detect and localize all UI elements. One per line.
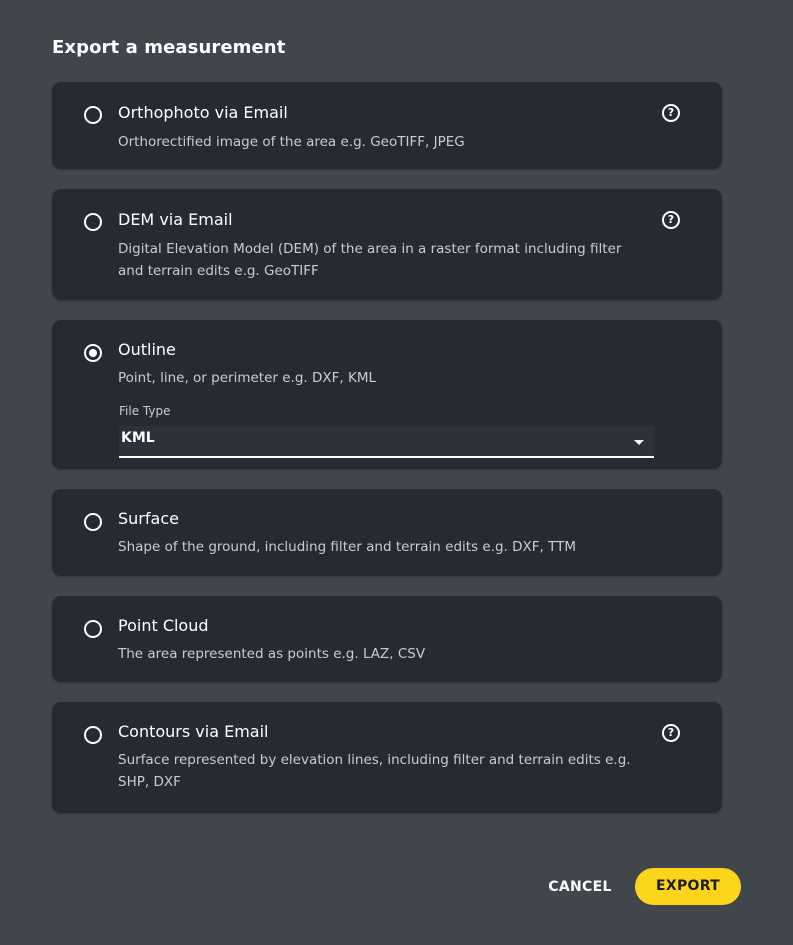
option-description: Digital Elevation Model (DEM) of the are… bbox=[118, 241, 622, 279]
cancel-button[interactable]: CANCEL bbox=[536, 869, 624, 905]
option-title: Surface bbox=[118, 509, 179, 528]
export-button[interactable]: EXPORT bbox=[635, 868, 741, 905]
option-outline[interactable]: Outline Point, line, or perimeter e.g. D… bbox=[52, 320, 722, 469]
option-title: Outline bbox=[118, 340, 176, 359]
option-dem[interactable]: DEM via Email Digital Elevation Model (D… bbox=[52, 189, 722, 300]
file-type-select[interactable]: KML bbox=[119, 426, 654, 458]
option-point-cloud[interactable]: Point Cloud The area represented as poin… bbox=[52, 596, 722, 682]
radio-dem[interactable] bbox=[84, 213, 102, 231]
option-title: Point Cloud bbox=[118, 616, 209, 635]
option-title: Contours via Email bbox=[118, 722, 269, 741]
radio-outline-selected[interactable] bbox=[84, 344, 102, 362]
option-title: Orthophoto via Email bbox=[118, 103, 288, 122]
radio-surface[interactable] bbox=[84, 513, 102, 531]
radio-contours[interactable] bbox=[84, 726, 102, 744]
caret-down-icon bbox=[634, 440, 644, 445]
file-type-label: File Type bbox=[119, 404, 171, 418]
radio-point-cloud[interactable] bbox=[84, 620, 102, 638]
option-title: DEM via Email bbox=[118, 210, 233, 229]
option-surface[interactable]: Surface Shape of the ground, including f… bbox=[52, 489, 722, 576]
option-description: The area represented as points e.g. LAZ,… bbox=[118, 646, 426, 662]
help-circle-icon[interactable]: ? bbox=[662, 211, 680, 229]
option-description: Surface represented by elevation lines, … bbox=[118, 752, 631, 790]
option-description: Shape of the ground, including filter an… bbox=[118, 539, 577, 555]
file-type-value: KML bbox=[121, 430, 155, 446]
help-circle-icon[interactable]: ? bbox=[662, 104, 680, 122]
dialog-title: Export a measurement bbox=[52, 37, 286, 58]
option-orthophoto[interactable]: Orthophoto via Email Orthorectified imag… bbox=[52, 82, 722, 169]
option-description: Point, line, or perimeter e.g. DXF, KML bbox=[118, 370, 376, 386]
option-description: Orthorectified image of the area e.g. Ge… bbox=[118, 134, 465, 150]
option-contours[interactable]: Contours via Email Surface represented b… bbox=[52, 702, 722, 813]
radio-orthophoto[interactable] bbox=[84, 106, 102, 124]
help-circle-icon[interactable]: ? bbox=[662, 724, 680, 742]
export-dialog: Export a measurement Orthophoto via Emai… bbox=[0, 0, 793, 945]
